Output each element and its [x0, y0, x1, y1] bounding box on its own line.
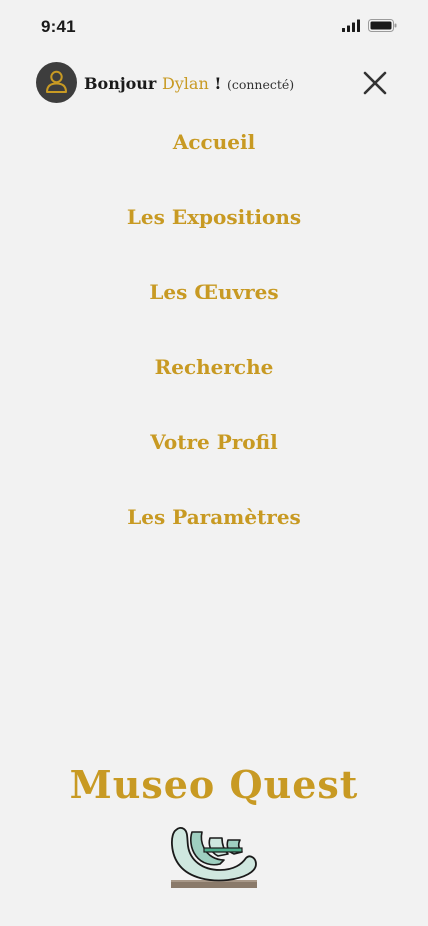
menu-header: Bonjour Dylan ! (connecté) — [0, 62, 428, 106]
menu-item-parametres[interactable]: Les Paramètres — [0, 495, 428, 539]
greeting-prefix: Bonjour — [84, 74, 157, 93]
menu-item-profil[interactable]: Votre Profil — [0, 420, 428, 464]
menu-item-accueil[interactable]: Accueil — [0, 120, 428, 164]
greeting-text: Bonjour Dylan ! (connecté) — [84, 74, 294, 93]
brand-logo-text: Museo Quest — [69, 762, 359, 807]
menu-item-oeuvres[interactable]: Les Œuvres — [0, 270, 428, 314]
avatar[interactable] — [36, 62, 77, 103]
connection-status: (connecté) — [226, 77, 295, 92]
close-icon[interactable] — [360, 68, 390, 98]
status-time: 9:41 — [41, 17, 76, 36]
menu-item-recherche[interactable]: Recherche — [0, 345, 428, 389]
battery-icon — [368, 19, 397, 32]
menu-item-expositions[interactable]: Les Expositions — [0, 195, 428, 239]
cellular-signal-icon — [342, 19, 360, 32]
sculpture-logo-icon — [171, 827, 257, 888]
user-avatar-icon — [46, 70, 67, 93]
status-bar: 9:41 — [0, 0, 428, 54]
greeting-exclamation: ! — [214, 74, 222, 93]
user-name: Dylan — [161, 74, 209, 93]
